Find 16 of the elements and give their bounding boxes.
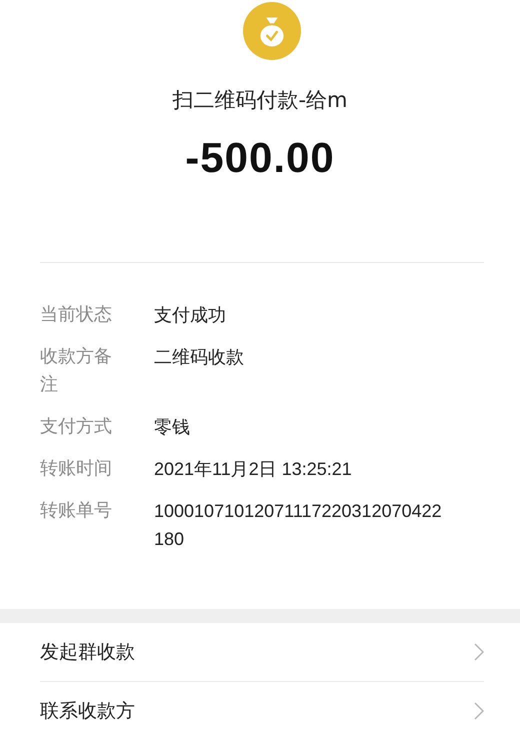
payment-amount: -500.00 bbox=[185, 134, 335, 182]
detail-value: 支付成功 bbox=[154, 304, 227, 327]
detail-label: 支付方式 bbox=[40, 415, 113, 439]
chevron-right-icon bbox=[474, 702, 484, 720]
detail-label: 转账单号 bbox=[40, 499, 113, 523]
detail-label: 收款方备注 bbox=[40, 345, 113, 397]
detail-value: 二维码收款 bbox=[154, 346, 245, 369]
detail-label: 当前状态 bbox=[40, 303, 113, 327]
chevron-right-icon bbox=[474, 643, 484, 661]
detail-label: 转账时间 bbox=[40, 457, 113, 481]
action-item[interactable]: 发起群收款 bbox=[40, 623, 484, 681]
detail-value: 10001071012071117220312070422180 bbox=[154, 500, 443, 551]
detail-value: 2021年11月2日 13:25:21 bbox=[154, 458, 353, 481]
payment-title: 扫二维码付款-给m bbox=[172, 87, 348, 114]
detail-value: 零钱 bbox=[154, 416, 191, 439]
action-item[interactable]: 联系收款方 bbox=[40, 682, 484, 730]
